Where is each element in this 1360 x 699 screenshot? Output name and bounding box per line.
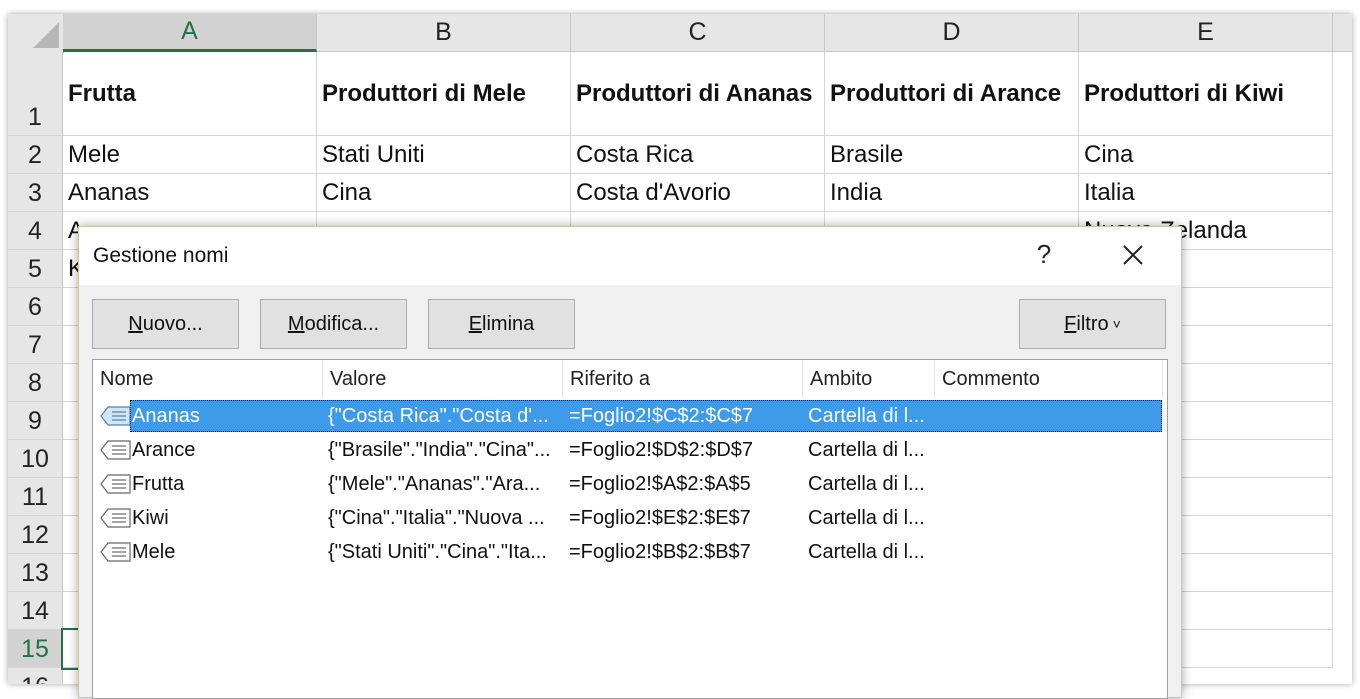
help-button[interactable]: ? (1031, 239, 1057, 270)
row-header-5[interactable]: 5 (8, 250, 63, 288)
cell-a2[interactable]: Mele (63, 136, 317, 174)
list-item[interactable]: Ananas {"Costa Rica"."Costa d'... =Fogli… (98, 400, 1162, 432)
column-header-e[interactable]: E (1079, 14, 1333, 52)
cell-b2[interactable]: Stati Uniti (317, 136, 571, 174)
cell-d2[interactable]: Brasile (825, 136, 1079, 174)
cell-e1[interactable]: Produttori di Kiwi (1079, 52, 1333, 136)
refers-to-cell: =Foglio2!$C$2:$C$7 (569, 404, 754, 427)
row-header-9[interactable]: 9 (8, 402, 63, 440)
column-header-f[interactable] (1333, 14, 1352, 52)
cell-d3[interactable]: India (825, 174, 1079, 212)
edit-button[interactable]: Modifica... (260, 299, 407, 349)
row-header-8[interactable]: 8 (8, 364, 63, 402)
value-cell: {"Brasile"."India"."Cina"... (328, 438, 551, 461)
refers-to-cell: =Foglio2!$A$2:$A$5 (569, 472, 751, 495)
dialog-titlebar[interactable]: Gestione nomi ? (79, 227, 1181, 285)
name-tag-icon (100, 474, 131, 494)
list-item[interactable]: Mele {"Stati Uniti"."Cina"."Ita... =Fogl… (98, 536, 1162, 568)
list-item[interactable]: Kiwi {"Cina"."Italia"."Nuova ... =Foglio… (98, 502, 1162, 534)
name-cell: Mele (132, 540, 176, 563)
scope-cell: Cartella di l... (808, 540, 925, 563)
names-list[interactable]: Nome Valore Riferito a Ambito Commento A… (92, 359, 1168, 699)
close-icon[interactable] (1119, 241, 1147, 269)
column-header-c[interactable]: C (571, 14, 825, 52)
cell-b3[interactable]: Cina (317, 174, 571, 212)
new-button[interactable]: Nuovo... (92, 299, 239, 349)
column-header-name[interactable]: Nome (93, 360, 323, 398)
scope-cell: Cartella di l... (808, 404, 925, 427)
select-all-triangle (33, 22, 59, 48)
name-manager-dialog: Gestione nomi ? Nuovo... Modifica... Eli… (78, 226, 1182, 699)
cell-a3[interactable]: Ananas (63, 174, 317, 212)
filter-button[interactable]: Filtro ˅ (1019, 299, 1166, 349)
delete-mnemonic: E (468, 312, 483, 335)
delete-button[interactable]: Elimina (428, 299, 575, 349)
value-cell: {"Stati Uniti"."Cina"."Ita... (328, 540, 547, 563)
row-header-15[interactable]: 15 (8, 630, 63, 668)
column-header-b[interactable]: B (317, 14, 571, 52)
row-header-12[interactable]: 12 (8, 516, 63, 554)
name-tag-icon (100, 440, 131, 460)
value-cell: {"Costa Rica"."Costa d'... (328, 404, 549, 427)
column-header-a[interactable]: A (63, 14, 317, 52)
name-cell: Kiwi (132, 506, 169, 529)
column-header-value[interactable]: Valore (323, 360, 563, 398)
select-all-corner[interactable] (8, 14, 64, 53)
scope-cell: Cartella di l... (808, 506, 925, 529)
row-header-6[interactable]: 6 (8, 288, 63, 326)
new-label: uovo... (142, 312, 203, 335)
name-cell: Ananas (132, 404, 200, 427)
dialog-title: Gestione nomi (93, 244, 229, 267)
chevron-down-icon: ˅ (1112, 316, 1121, 332)
refers-to-cell: =Foglio2!$E$2:$E$7 (569, 506, 751, 529)
filter-label: iltro (1076, 312, 1109, 335)
row-header-10[interactable]: 10 (8, 440, 63, 478)
name-tag-icon (100, 406, 131, 426)
delete-label: limina (482, 312, 535, 335)
name-tag-icon (100, 542, 131, 562)
refers-to-cell: =Foglio2!$B$2:$B$7 (569, 540, 751, 563)
cell-c3[interactable]: Costa d'Avorio (571, 174, 825, 212)
row-header-11[interactable]: 11 (8, 478, 63, 516)
cell-e2[interactable]: Cina (1079, 136, 1333, 174)
value-cell: {"Cina"."Italia"."Nuova ... (328, 506, 545, 529)
row-header-13[interactable]: 13 (8, 554, 63, 592)
row-header-7[interactable]: 7 (8, 326, 63, 364)
row-header-2[interactable]: 2 (8, 136, 63, 174)
name-tag-icon (100, 508, 131, 528)
scope-cell: Cartella di l... (808, 438, 925, 461)
list-item[interactable]: Arance {"Brasile"."India"."Cina"... =Fog… (98, 434, 1162, 466)
edit-label: odifica... (304, 312, 380, 335)
list-item[interactable]: Frutta {"Mele"."Ananas"."Ara... =Foglio2… (98, 468, 1162, 500)
column-header-d[interactable]: D (825, 14, 1079, 52)
row-header-3[interactable]: 3 (8, 174, 63, 212)
edit-mnemonic: M (287, 312, 305, 335)
value-cell: {"Mele"."Ananas"."Ara... (328, 472, 541, 495)
cell-d1[interactable]: Produttori di Arance (825, 52, 1079, 136)
new-mnemonic: N (128, 312, 143, 335)
scope-cell: Cartella di l... (808, 472, 925, 495)
refers-to-cell: =Foglio2!$D$2:$D$7 (569, 438, 754, 461)
column-header-comment[interactable]: Commento (935, 360, 1163, 398)
cell-c1[interactable]: Produttori di Ananas (571, 52, 825, 136)
row-header-1[interactable]: 1 (8, 52, 63, 136)
cell-e3[interactable]: Italia (1079, 174, 1333, 212)
cell-a1[interactable]: Frutta (63, 52, 317, 136)
name-cell: Frutta (132, 472, 185, 495)
cell-c2[interactable]: Costa Rica (571, 136, 825, 174)
column-header-refers-to[interactable]: Riferito a (563, 360, 803, 398)
row-header-4[interactable]: 4 (8, 212, 63, 250)
filter-mnemonic: F (1064, 312, 1077, 335)
column-header-scope[interactable]: Ambito (803, 360, 935, 398)
name-cell: Arance (132, 438, 196, 461)
row-header-16[interactable]: 16 (8, 668, 63, 684)
row-header-14[interactable]: 14 (8, 592, 63, 630)
cell-b1[interactable]: Produttori di Mele (317, 52, 571, 136)
